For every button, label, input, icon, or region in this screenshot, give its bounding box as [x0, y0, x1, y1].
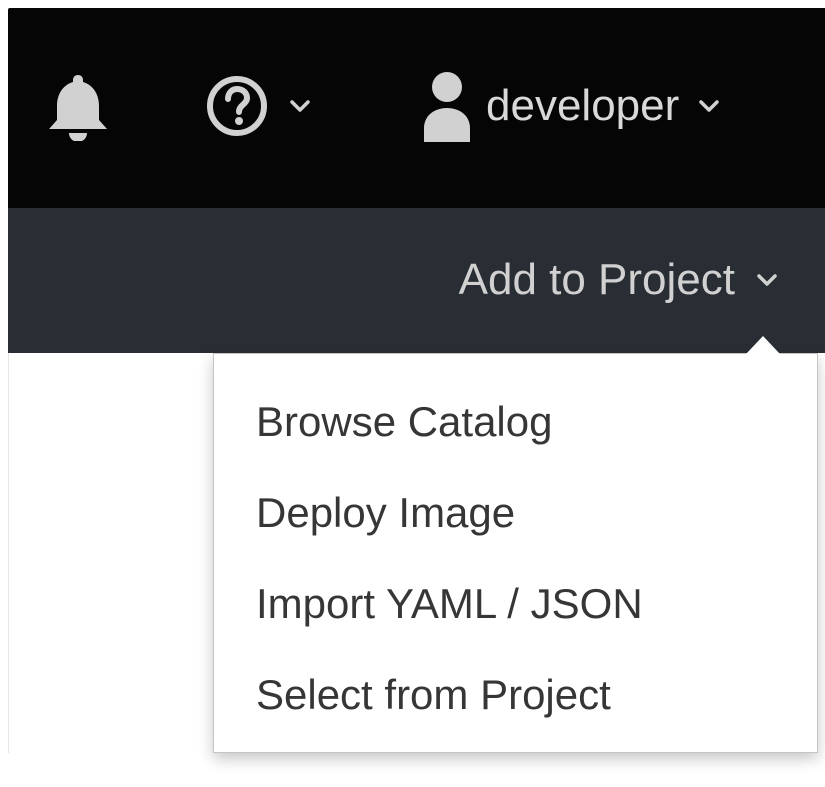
user-menu-button[interactable]: developer — [420, 66, 790, 146]
user-icon — [424, 72, 470, 142]
menu-item-select-from-project[interactable]: Select from Project — [256, 657, 643, 748]
page-border — [8, 353, 9, 753]
help-menu-button[interactable] — [204, 66, 344, 146]
add-to-project-label: Add to Project — [458, 255, 735, 304]
chevron-down-icon — [699, 100, 720, 112]
question-circle-icon — [207, 76, 267, 136]
secondary-nav-bar: Add to Project — [8, 208, 825, 353]
masthead: developer — [8, 8, 825, 208]
dropdown-caret — [746, 336, 780, 354]
bell-icon — [49, 75, 107, 141]
username-label: developer — [486, 81, 680, 130]
menu-item-deploy-image[interactable]: Deploy Image — [256, 475, 643, 566]
chevron-down-icon — [757, 274, 777, 286]
add-to-project-button[interactable]: Add to Project — [459, 250, 777, 310]
add-to-project-dropdown: Browse Catalog Deploy Image Import YAML … — [213, 353, 818, 753]
dropdown-menu-list: Browse Catalog Deploy Image Import YAML … — [256, 384, 643, 748]
chevron-down-icon — [290, 100, 310, 112]
notifications-button[interactable] — [42, 66, 114, 146]
menu-item-import-yaml-json[interactable]: Import YAML / JSON — [256, 566, 643, 657]
menu-item-browse-catalog[interactable]: Browse Catalog — [256, 384, 643, 475]
